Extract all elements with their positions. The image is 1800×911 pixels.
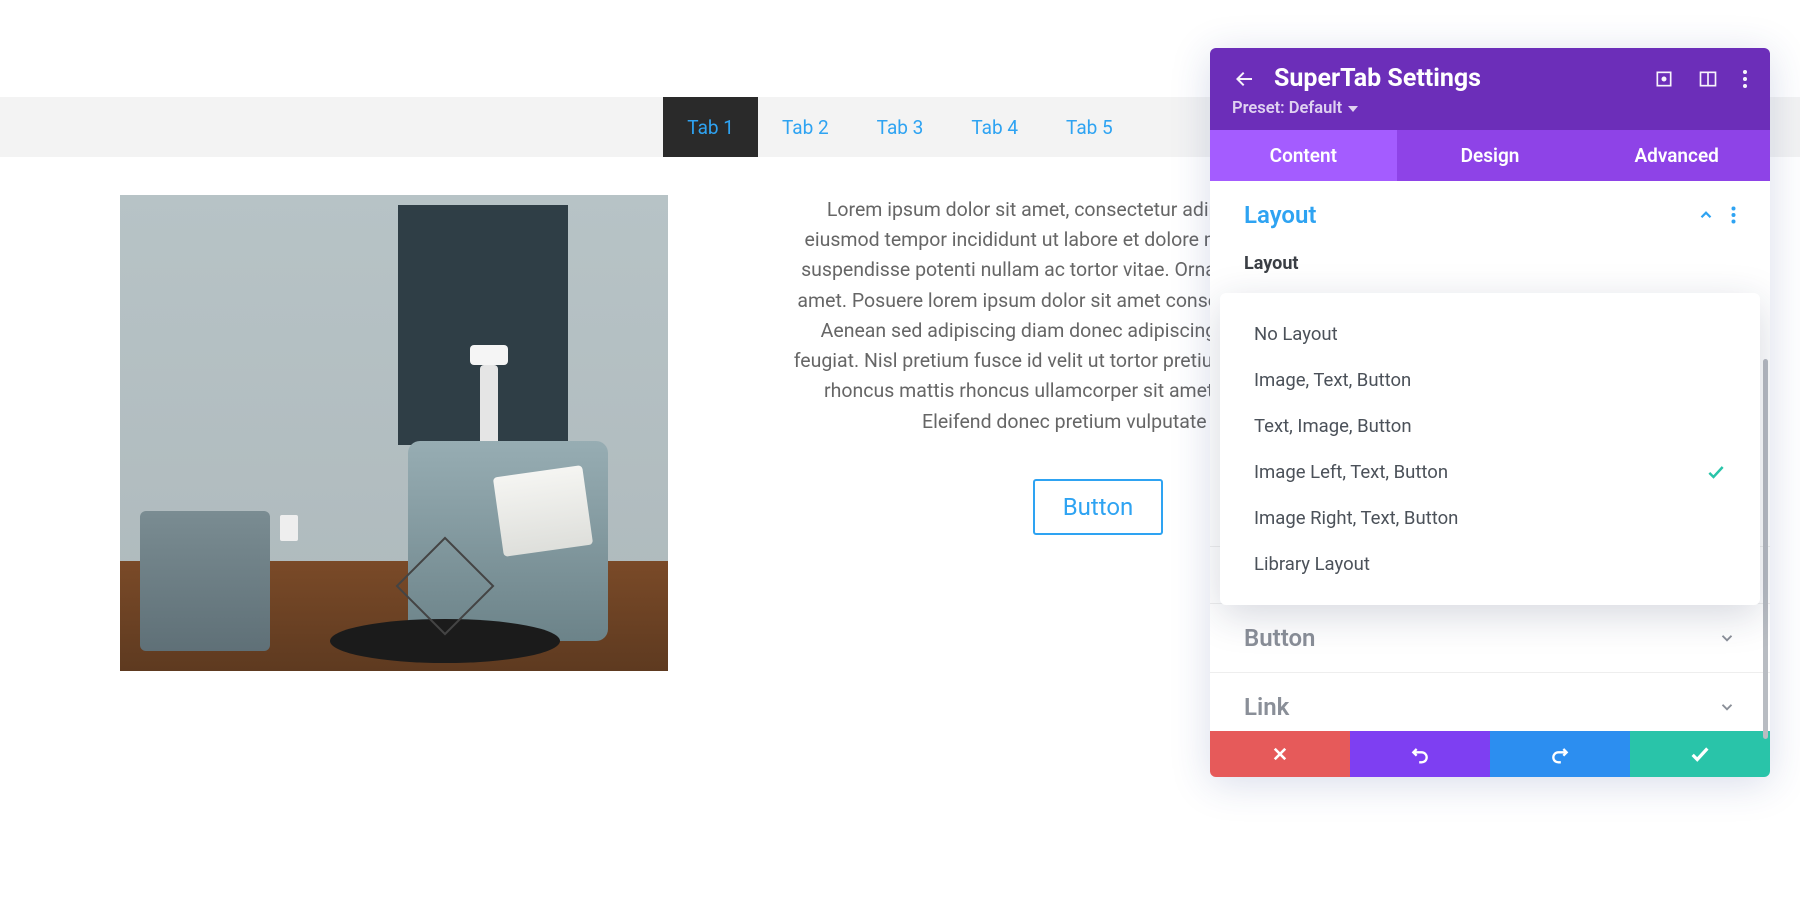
option-label: Text, Image, Button: [1254, 415, 1412, 437]
section-link[interactable]: Link: [1210, 672, 1770, 731]
page-canvas: Tab 1 Tab 2 Tab 3 Tab 4 Tab 5 Lorem ipsu…: [0, 0, 1800, 911]
close-icon: [1271, 745, 1289, 763]
tab-5[interactable]: Tab 5: [1042, 97, 1137, 157]
option-label: Image Right, Text, Button: [1254, 507, 1458, 529]
check-icon: [1706, 462, 1726, 482]
layout-option-no-layout[interactable]: No Layout: [1220, 311, 1760, 357]
settings-tab-advanced[interactable]: Advanced: [1583, 130, 1770, 181]
section-options-icon[interactable]: [1731, 206, 1736, 224]
panel-scrollbar[interactable]: [1763, 359, 1768, 739]
chevron-down-icon: [1718, 698, 1736, 716]
back-icon[interactable]: [1232, 67, 1256, 91]
cancel-button[interactable]: [1210, 731, 1350, 777]
chevron-down-icon: [1718, 629, 1736, 647]
settings-body: Layout Layout No Layout Image, Text, But…: [1210, 181, 1770, 731]
layout-option-image-text-button[interactable]: Image, Text, Button: [1220, 357, 1760, 403]
columns-icon[interactable]: [1698, 69, 1718, 89]
option-label: Image Left, Text, Button: [1254, 461, 1448, 483]
layout-option-library-layout[interactable]: Library Layout: [1220, 541, 1760, 587]
section-layout[interactable]: Layout: [1210, 181, 1770, 249]
more-icon[interactable]: [1742, 69, 1748, 89]
settings-header: SuperTab Settings Preset: Default: [1210, 48, 1770, 130]
undo-icon: [1410, 744, 1430, 764]
check-icon: [1689, 743, 1711, 765]
chevron-up-icon: [1697, 206, 1715, 224]
undo-button[interactable]: [1350, 731, 1490, 777]
section-button[interactable]: Button: [1210, 603, 1770, 672]
layout-option-image-right-text-button[interactable]: Image Right, Text, Button: [1220, 495, 1760, 541]
content-button[interactable]: Button: [1033, 479, 1164, 535]
preset-selector[interactable]: Preset: Default: [1232, 99, 1358, 118]
tab-3[interactable]: Tab 3: [853, 97, 948, 157]
save-button[interactable]: [1630, 731, 1770, 777]
section-layout-title: Layout: [1244, 201, 1316, 229]
tab-2[interactable]: Tab 2: [758, 97, 853, 157]
tab-1[interactable]: Tab 1: [663, 97, 758, 157]
settings-tab-design[interactable]: Design: [1397, 130, 1584, 181]
settings-title: SuperTab Settings: [1274, 64, 1636, 93]
redo-icon: [1550, 744, 1570, 764]
option-label: Library Layout: [1254, 553, 1370, 575]
option-label: Image, Text, Button: [1254, 369, 1411, 391]
layout-option-image-left-text-button[interactable]: Image Left, Text, Button: [1220, 449, 1760, 495]
preset-label: Preset: Default: [1232, 99, 1342, 118]
content-image: [120, 195, 668, 671]
tab-4[interactable]: Tab 4: [947, 97, 1042, 157]
expand-icon[interactable]: [1654, 69, 1674, 89]
section-link-title: Link: [1244, 693, 1289, 721]
settings-tabs: Content Design Advanced: [1210, 130, 1770, 181]
redo-button[interactable]: [1490, 731, 1630, 777]
option-label: No Layout: [1254, 323, 1338, 345]
panel-footer-actions: [1210, 731, 1770, 777]
layout-dropdown: No Layout Image, Text, Button Text, Imag…: [1220, 293, 1760, 605]
section-button-title: Button: [1244, 624, 1315, 652]
settings-tab-content[interactable]: Content: [1210, 130, 1397, 181]
layout-field-label: Layout: [1210, 249, 1770, 286]
layout-option-text-image-button[interactable]: Text, Image, Button: [1220, 403, 1760, 449]
settings-panel: SuperTab Settings Preset: Default: [1210, 48, 1770, 777]
